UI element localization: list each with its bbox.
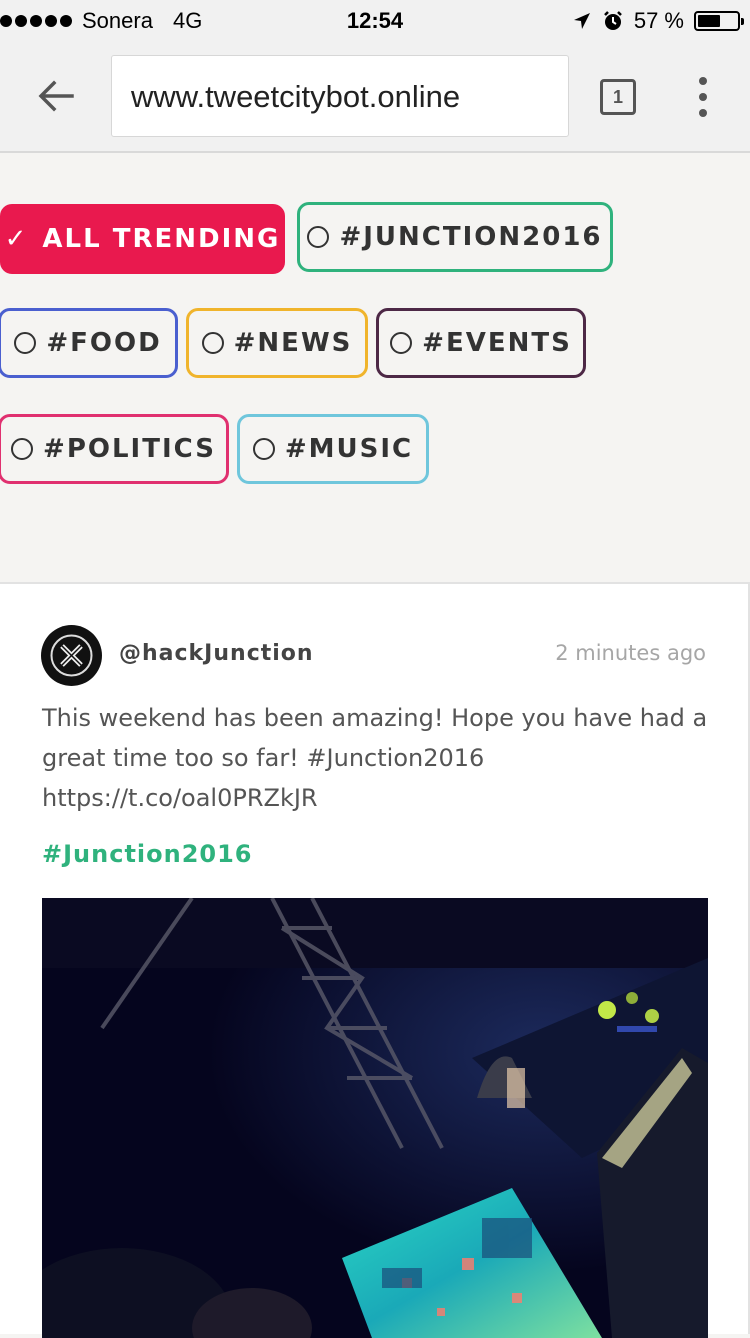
filter-label: #NEWS xyxy=(233,328,353,358)
tweet-hashtag[interactable]: #Junction2016 xyxy=(42,840,253,868)
tab-switcher-button[interactable]: 1 xyxy=(600,79,636,115)
avatar[interactable] xyxy=(41,625,102,686)
radio-circle-icon xyxy=(307,226,330,248)
filter-label: #JUNCTION2016 xyxy=(339,222,603,252)
radio-circle-icon xyxy=(14,332,37,354)
status-right: 57 % xyxy=(572,8,744,34)
tweet-handle[interactable]: @hackJunction xyxy=(119,641,314,666)
battery-percent: 57 % xyxy=(633,8,684,33)
tweet-card: @hackJunction 2 minutes ago This weekend… xyxy=(0,582,750,1338)
url-input[interactable]: www.tweetcitybot.online xyxy=(111,55,569,137)
more-options-icon[interactable] xyxy=(692,77,714,117)
filter-chip-news[interactable]: #NEWS xyxy=(186,308,368,378)
battery-icon xyxy=(694,11,744,31)
radio-circle-icon xyxy=(201,332,224,354)
event-stage-photo xyxy=(42,898,708,1338)
filter-chip-all-trending[interactable]: ✓ ALL TRENDING xyxy=(0,204,285,274)
filter-chip-food[interactable]: #FOOD xyxy=(0,308,178,378)
filter-chip-events[interactable]: #EVENTS xyxy=(376,308,586,378)
tweet-photo[interactable] xyxy=(42,898,708,1338)
junction-logo-icon xyxy=(42,626,101,685)
filter-chip-music[interactable]: #MUSIC xyxy=(237,414,429,484)
alarm-clock-icon xyxy=(603,11,622,30)
tweet-text: This weekend has been amazing! Hope you … xyxy=(42,704,708,812)
filter-label: #MUSIC xyxy=(284,434,414,464)
filter-chip-politics[interactable]: #POLITICS xyxy=(0,414,229,484)
checkmark-icon: ✓ xyxy=(4,224,29,254)
filter-label: #FOOD xyxy=(46,328,162,358)
filter-chip-junction2016[interactable]: #JUNCTION2016 xyxy=(297,202,613,272)
filter-label: ALL TRENDING xyxy=(42,224,281,254)
browser-toolbar: www.tweetcitybot.online 1 xyxy=(0,40,750,153)
back-arrow-icon[interactable] xyxy=(36,76,76,116)
radio-circle-icon xyxy=(252,438,275,460)
radio-circle-icon xyxy=(11,438,34,460)
radio-circle-icon xyxy=(390,332,413,354)
filter-label: #EVENTS xyxy=(422,328,572,358)
location-arrow-icon xyxy=(573,13,590,29)
filter-label: #POLITICS xyxy=(43,434,216,464)
status-bar: Sonera 4G 12:54 57 % xyxy=(0,0,750,40)
tweet-timestamp: 2 minutes ago xyxy=(555,641,706,665)
